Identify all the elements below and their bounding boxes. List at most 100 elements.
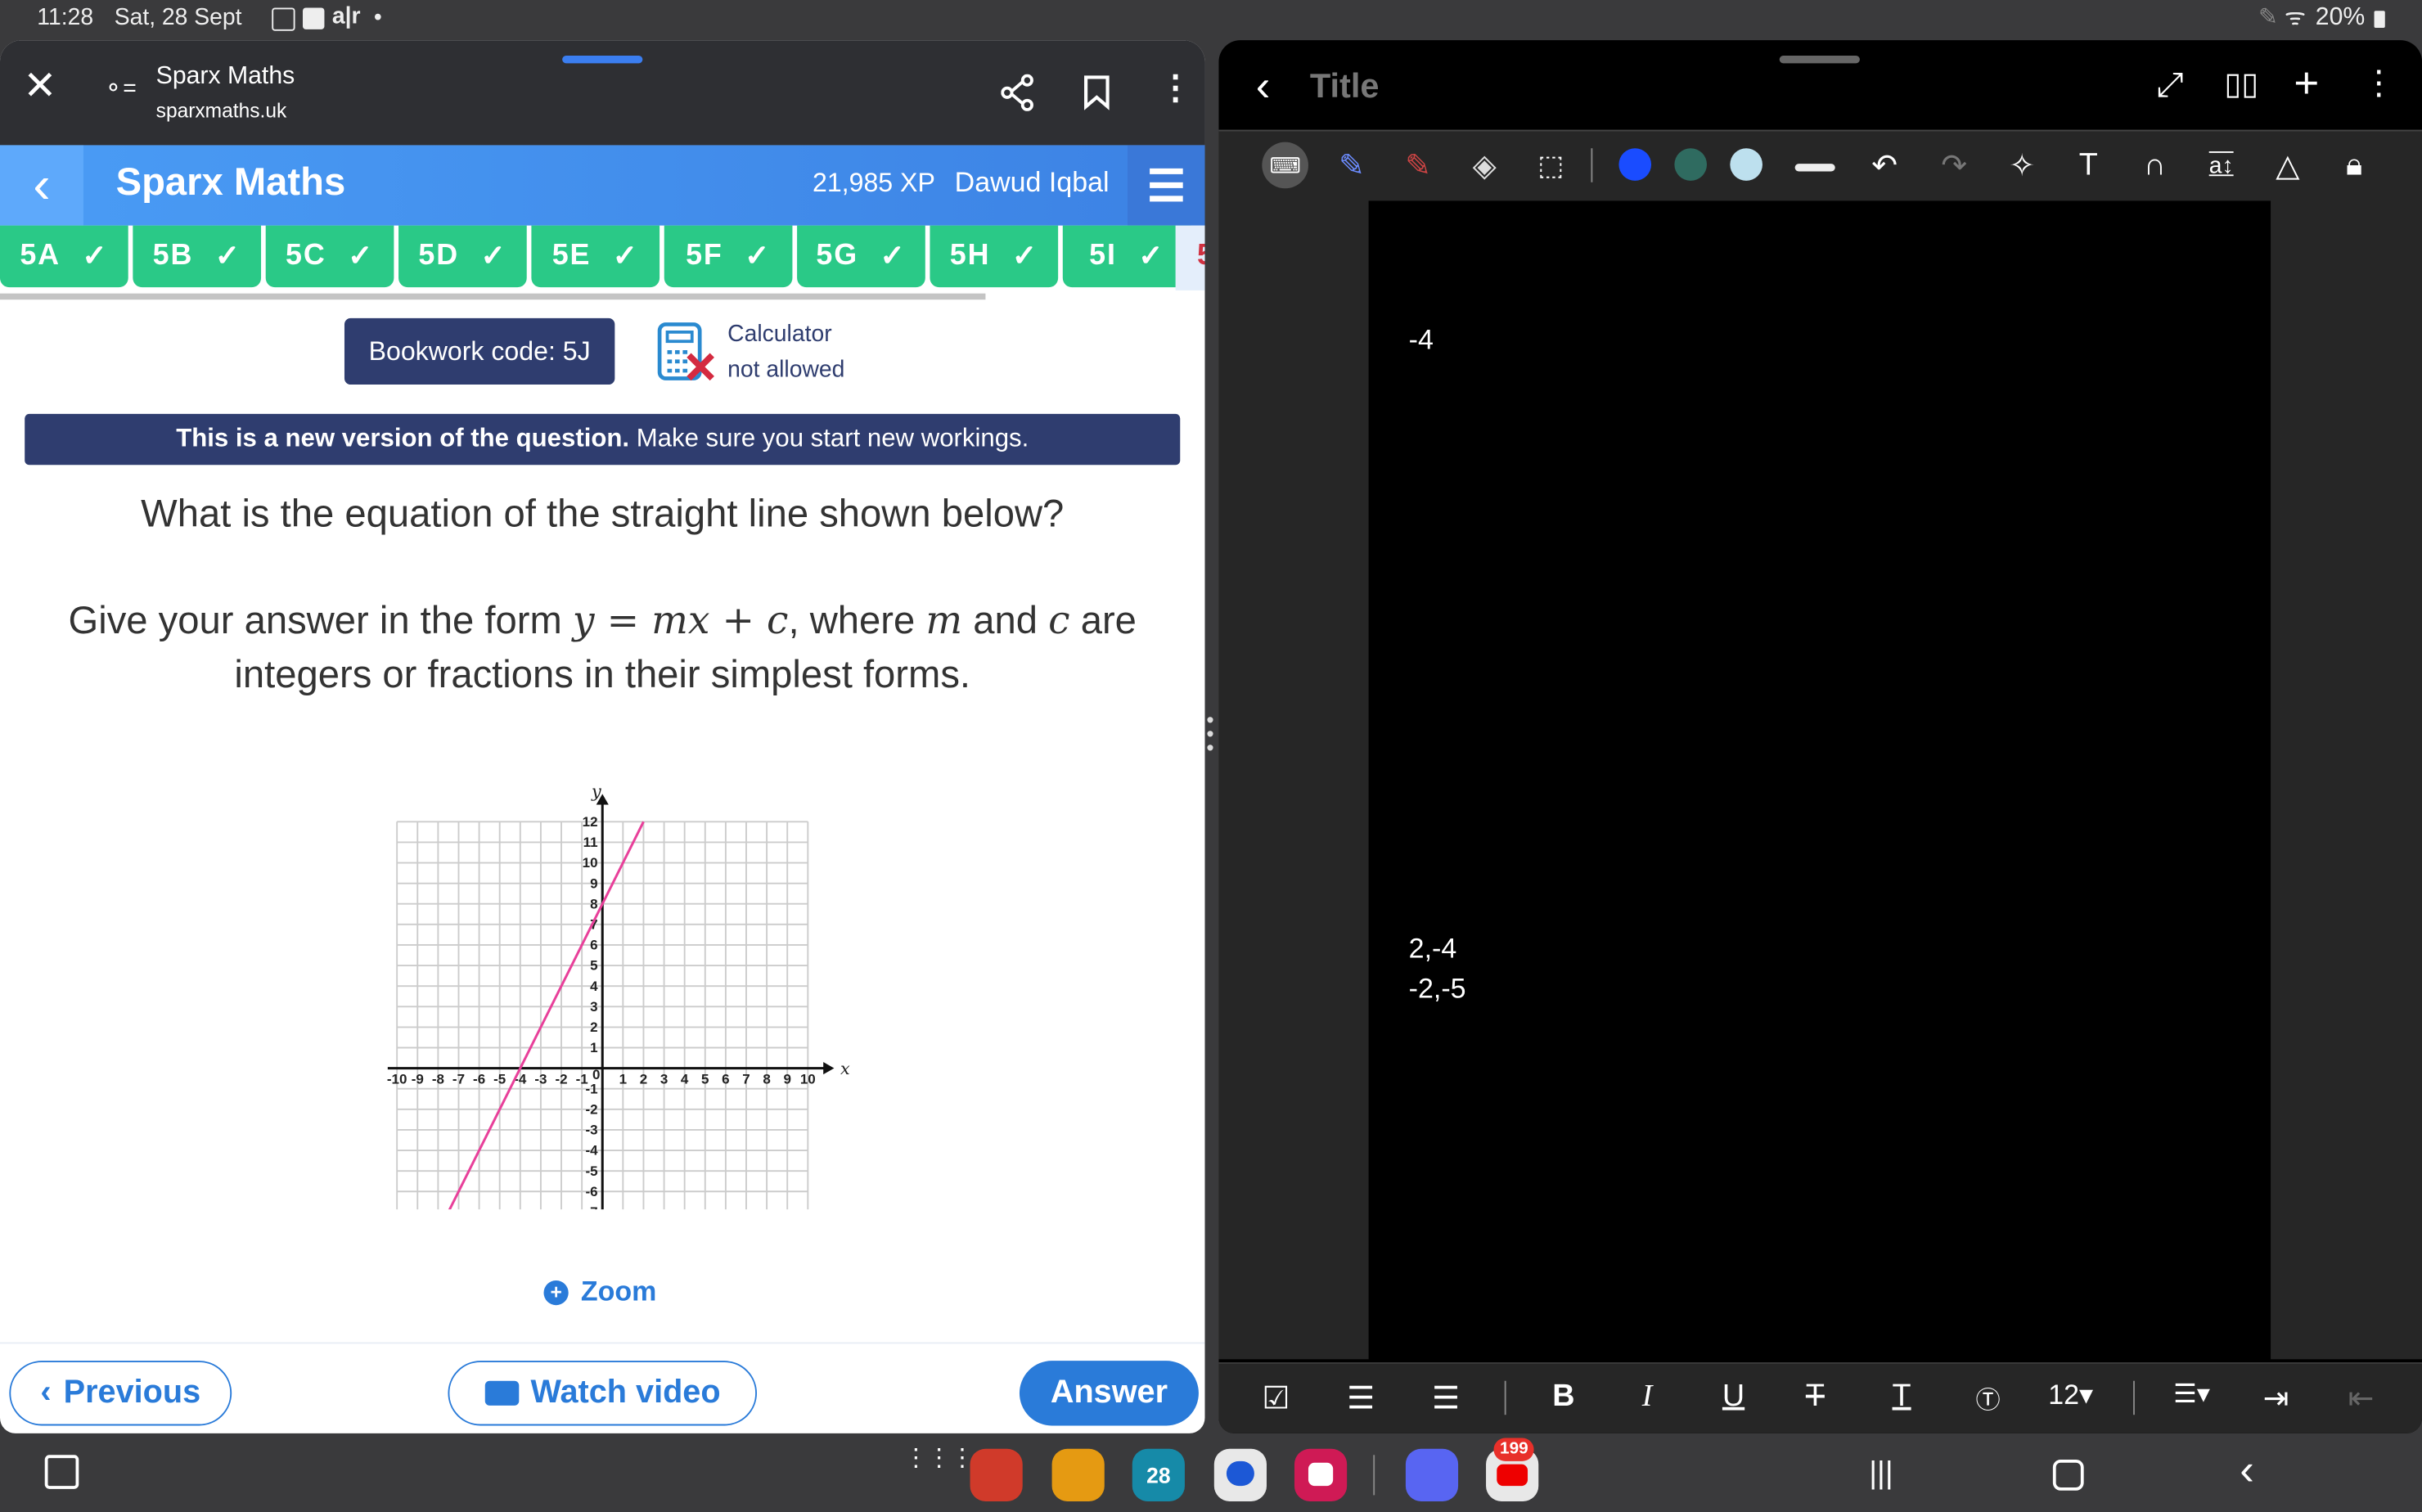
- more-icon[interactable]: ⋮: [2361, 63, 2396, 103]
- ai-pen-icon[interactable]: ✧: [2001, 144, 2044, 187]
- italic-icon[interactable]: I: [1642, 1379, 1653, 1415]
- tab-5a[interactable]: 5A ✓: [0, 225, 128, 288]
- tab-5e[interactable]: 5E ✓: [531, 225, 660, 288]
- instr-mid: , where: [788, 599, 926, 643]
- notification-badge: 199: [1493, 1438, 1535, 1461]
- question-text: What is the equation of the straight lin…: [141, 493, 1065, 537]
- numbered-list-icon[interactable]: ☰: [1347, 1379, 1375, 1418]
- tab-5c[interactable]: 5C ✓: [265, 225, 394, 288]
- app-icon-red[interactable]: [970, 1448, 1023, 1501]
- y-tick-label: -3: [585, 1123, 597, 1138]
- discord-icon[interactable]: [1405, 1448, 1459, 1501]
- tab-5b[interactable]: 5B ✓: [133, 225, 262, 288]
- y-axis-label: y: [591, 781, 601, 801]
- tab-5g[interactable]: 5G ✓: [797, 225, 925, 288]
- tab-5i[interactable]: 5I ✓: [1062, 225, 1191, 288]
- pen-icon[interactable]: ✎: [1330, 144, 1373, 187]
- tab-5d[interactable]: 5D ✓: [398, 225, 527, 288]
- tab-next-partial[interactable]: 5: [1175, 225, 1205, 290]
- outdent-icon[interactable]: ⇤: [2348, 1379, 2374, 1418]
- fullscreen-icon[interactable]: ⤢: [2156, 65, 2183, 105]
- add-icon[interactable]: +: [2294, 59, 2319, 108]
- shapes-icon[interactable]: △: [2266, 144, 2309, 187]
- banner-text: Make sure you start new workings.: [629, 425, 1029, 453]
- lock-icon[interactable]: 🔒︎: [2333, 144, 2376, 187]
- x-tick-label: 10: [800, 1071, 816, 1087]
- strikethrough-icon[interactable]: T: [1806, 1379, 1825, 1415]
- recent-apps-edge-icon[interactable]: [44, 1455, 79, 1489]
- tab-5h[interactable]: 5H ✓: [930, 225, 1059, 288]
- bookmark-icon[interactable]: [1083, 74, 1110, 111]
- app-drawer-icon[interactable]: ⋮⋮⋮: [903, 1447, 975, 1471]
- close-icon[interactable]: ✕: [23, 62, 56, 110]
- menu-icon[interactable]: ☰: [1128, 145, 1205, 226]
- back-icon[interactable]: ‹: [1256, 62, 1271, 111]
- page-url[interactable]: sparxmaths.uk: [156, 99, 287, 122]
- x-tick-label: -5: [493, 1071, 506, 1087]
- pen-to-text-icon[interactable]: T: [2067, 144, 2110, 187]
- note-text[interactable]: 2,-4: [1409, 933, 1457, 965]
- previous-button[interactable]: ‹ Previous: [9, 1361, 232, 1426]
- drag-handle[interactable]: [1779, 55, 1860, 64]
- font-size-select[interactable]: 12▾: [2048, 1379, 2093, 1412]
- x-tick-label: 4: [681, 1071, 689, 1087]
- undo-icon[interactable]: ↶: [1863, 144, 1907, 187]
- shape-icon[interactable]: ∩: [2133, 144, 2177, 187]
- pen-color-swatch[interactable]: [1618, 148, 1652, 181]
- back-icon[interactable]: ‹: [0, 145, 83, 226]
- site-settings-icon[interactable]: ⚬=: [103, 74, 136, 102]
- note-canvas[interactable]: -4 2,-4 -2,-5: [1368, 200, 2271, 1363]
- align-icon[interactable]: ☰▾: [2173, 1379, 2210, 1411]
- instruction-text: Give your answer in the form y = mx + c,…: [21, 593, 1183, 703]
- split-handle[interactable]: • • •: [1206, 709, 1213, 758]
- underline-icon[interactable]: U: [1722, 1379, 1744, 1415]
- zoom-label: Zoom: [580, 1276, 657, 1307]
- var-c: c: [1048, 597, 1070, 643]
- tab-label: 5E: [551, 239, 592, 272]
- eraser-icon[interactable]: ◈: [1463, 144, 1506, 187]
- indent-icon[interactable]: ⇥: [2263, 1379, 2289, 1418]
- messages-icon[interactable]: [1213, 1448, 1267, 1501]
- calendar-icon[interactable]: 28: [1132, 1448, 1185, 1501]
- book-icon[interactable]: ▯▯: [2224, 65, 2258, 103]
- zoom-button[interactable]: + Zoom: [543, 1276, 657, 1308]
- bullet-list-icon[interactable]: ☰: [1432, 1379, 1460, 1418]
- keyboard-icon[interactable]: ⌨: [1263, 144, 1307, 187]
- checkbox-icon[interactable]: ☑: [1262, 1379, 1290, 1418]
- text-highlight-icon[interactable]: Ⓣ: [1975, 1379, 2000, 1416]
- tab-5f[interactable]: 5F ✓: [664, 225, 793, 288]
- more-icon[interactable]: ⋮: [1159, 68, 1193, 108]
- back-nav-icon[interactable]: ‹: [2240, 1446, 2254, 1495]
- bold-icon[interactable]: B: [1552, 1379, 1574, 1415]
- notification-icon: [303, 7, 325, 29]
- redo-icon[interactable]: ↷: [1933, 144, 1976, 187]
- x-tick-label: -10: [387, 1071, 407, 1087]
- check-icon: ✓: [880, 240, 907, 273]
- note-text[interactable]: -4: [1409, 324, 1434, 357]
- y-tick-label: 9: [590, 875, 597, 891]
- user-name[interactable]: Dawud Iqbal: [955, 167, 1110, 200]
- stroke-width-icon[interactable]: [1794, 164, 1835, 172]
- answer-button[interactable]: Answer: [1019, 1361, 1199, 1426]
- note-title[interactable]: Title: [1310, 66, 1380, 106]
- tab-label: 5C: [286, 239, 326, 272]
- dot-icon: •: [373, 4, 382, 31]
- note-text[interactable]: -2,-5: [1409, 973, 1466, 1006]
- share-icon[interactable]: [1001, 74, 1035, 111]
- pen-color-swatch[interactable]: [1730, 148, 1762, 181]
- camera-icon[interactable]: [1294, 1448, 1348, 1501]
- y-tick-label: 2: [590, 1019, 597, 1035]
- pen-color-swatch[interactable]: [1674, 148, 1708, 181]
- recents-icon[interactable]: |||: [1869, 1456, 1893, 1492]
- watch-video-button[interactable]: Watch video: [448, 1361, 758, 1426]
- app-icon-folder[interactable]: [1051, 1448, 1105, 1501]
- lasso-icon[interactable]: ⬚: [1529, 144, 1573, 187]
- home-icon[interactable]: [2052, 1459, 2084, 1491]
- x-tick-label: 0: [592, 1067, 600, 1082]
- date: Sat, 28 Sept: [114, 4, 242, 31]
- drag-handle[interactable]: [562, 55, 643, 64]
- line-graph[interactable]: -10-9-8-7-6-5-4-3-2-1012345678910-8-7-6-…: [371, 738, 849, 1210]
- text-color-icon[interactable]: T: [1893, 1379, 1911, 1415]
- highlighter-icon[interactable]: ✎: [1397, 144, 1440, 187]
- text-spacing-icon[interactable]: a↕: [2199, 144, 2243, 187]
